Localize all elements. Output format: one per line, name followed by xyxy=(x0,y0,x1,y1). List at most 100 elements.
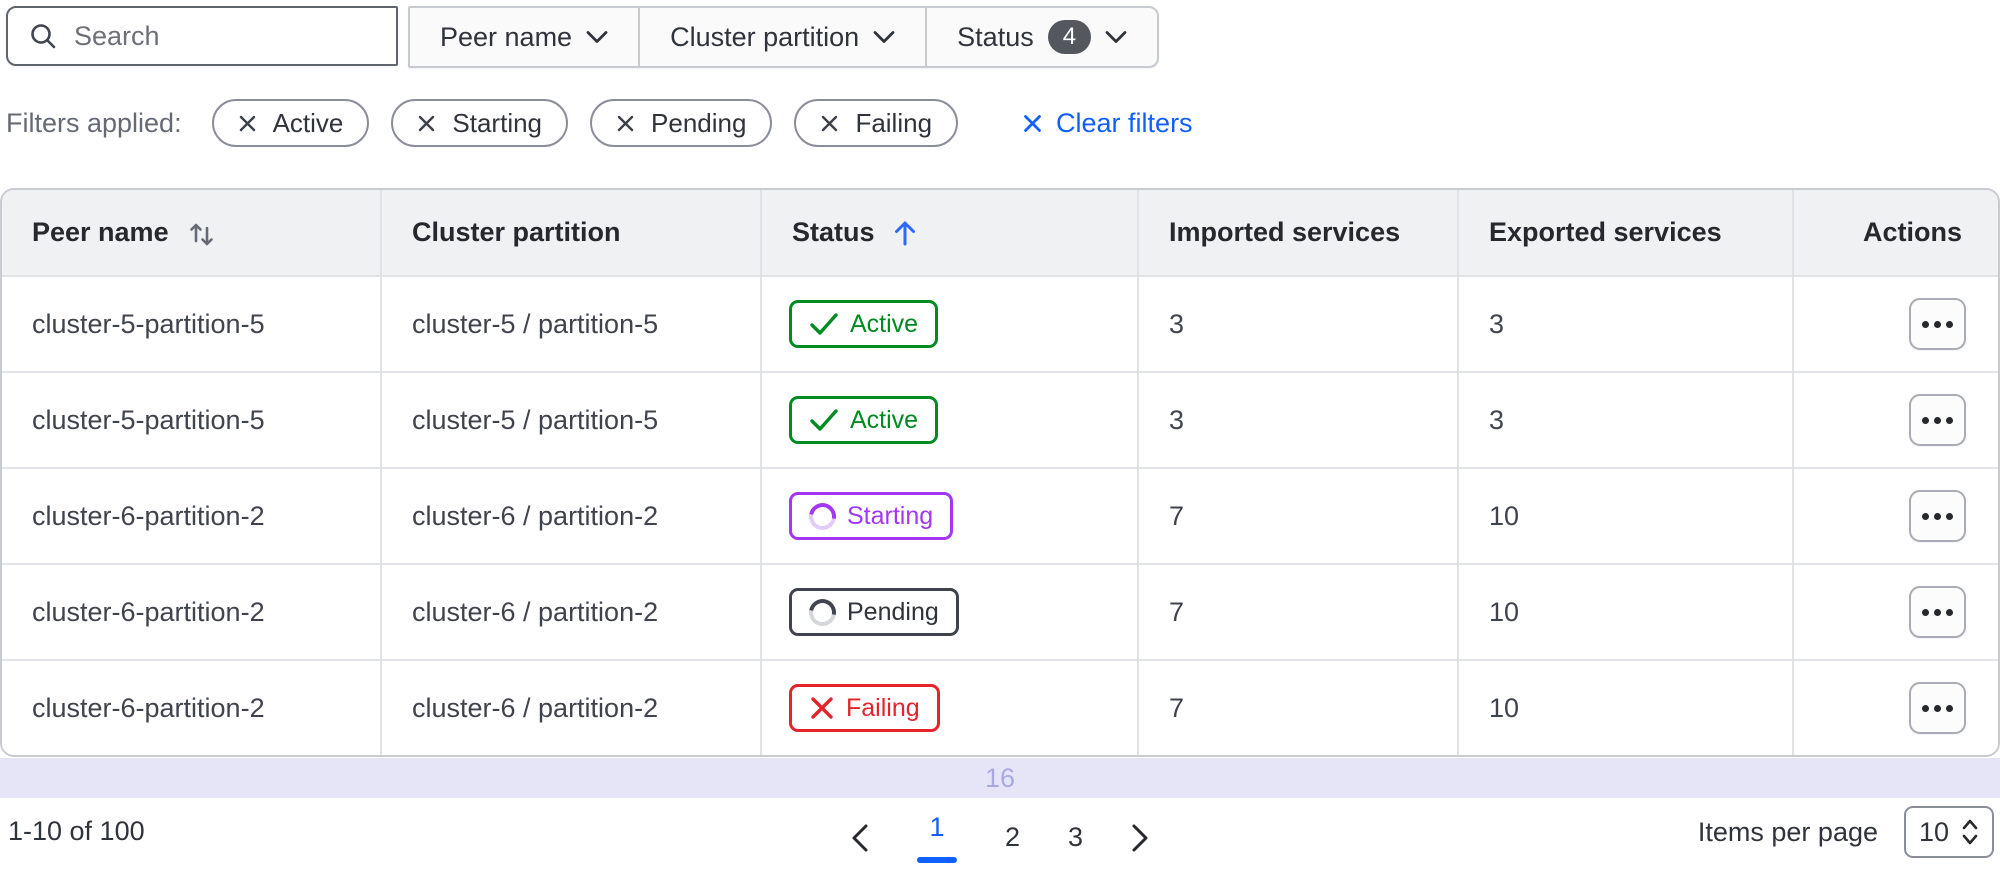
items-per-page-select[interactable]: 10 xyxy=(1904,806,1994,858)
search-box[interactable] xyxy=(6,6,398,66)
column-header-imported-services: Imported services xyxy=(1137,190,1457,275)
chevron-left-icon xyxy=(852,824,868,851)
column-header-peer-name[interactable]: Peer name xyxy=(2,190,380,275)
page-navigation: 1 2 3 xyxy=(837,804,1163,871)
page-button-2[interactable]: 2 xyxy=(991,814,1034,861)
table-row: cluster-5-partition-5 cluster-5 / partit… xyxy=(2,371,1998,467)
chevron-down-icon xyxy=(1105,31,1127,43)
peer-name-cell: cluster-6-partition-2 xyxy=(32,500,265,531)
peers-table: Peer name Cluster partition Status Impor… xyxy=(0,188,2000,757)
column-header-label: Peer name xyxy=(32,217,169,247)
chevron-right-icon xyxy=(1132,824,1148,851)
filter-chip-label: Starting xyxy=(452,107,543,138)
filter-chip-active[interactable]: Active xyxy=(211,99,370,147)
cluster-partition-cell: cluster-5 / partition-5 xyxy=(380,277,760,371)
table-row: cluster-5-partition-5 cluster-5 / partit… xyxy=(2,275,1998,371)
status-filter-dropdown[interactable]: Status 4 xyxy=(925,8,1157,66)
row-actions-button[interactable] xyxy=(1909,394,1966,446)
column-header-label: Exported services xyxy=(1489,217,1722,247)
actions-cell xyxy=(1792,661,1998,755)
filter-chip-starting[interactable]: Starting xyxy=(391,99,569,147)
spinner-icon xyxy=(803,593,842,631)
column-header-label: Actions xyxy=(1862,217,1962,247)
peer-name-filter-label: Peer name xyxy=(440,21,573,52)
search-input[interactable] xyxy=(74,20,374,52)
exported-services-cell: 10 xyxy=(1457,469,1792,563)
filter-chip-failing[interactable]: Failing xyxy=(794,99,959,147)
imported-services-cell: 3 xyxy=(1137,373,1457,467)
row-actions-button[interactable] xyxy=(1909,682,1966,734)
previous-page-button[interactable] xyxy=(837,813,883,863)
actions-cell xyxy=(1792,373,1998,467)
filters-applied-row: Filters applied: Active Starting Pending… xyxy=(6,99,1994,147)
exported-services-cell: 10 xyxy=(1457,661,1792,755)
actions-cell xyxy=(1792,277,1998,371)
cluster-partition-cell: cluster-6 / partition-2 xyxy=(380,661,760,755)
column-header-cluster-partition: Cluster partition xyxy=(380,190,760,275)
filter-chip-pending[interactable]: Pending xyxy=(590,99,773,147)
column-header-label: Imported services xyxy=(1169,217,1401,247)
status-cell: Starting xyxy=(760,469,1137,563)
status-badge-starting: Starting xyxy=(789,492,954,540)
filter-chip-label: Failing xyxy=(855,107,933,138)
row-actions-button[interactable] xyxy=(1909,298,1966,350)
filter-toolbar: Peer name Cluster partition Status 4 xyxy=(6,6,1160,68)
status-label: Failing xyxy=(846,693,920,722)
remove-filter-icon xyxy=(419,115,435,131)
exported-services-cell: 3 xyxy=(1457,277,1792,371)
status-label: Active xyxy=(850,309,919,338)
status-cell: Active xyxy=(760,373,1137,467)
chevron-down-icon xyxy=(586,31,608,43)
items-per-page-value: 10 xyxy=(1918,816,1950,847)
status-badge-failing: Failing xyxy=(789,684,940,732)
column-header-label: Status xyxy=(792,217,875,247)
status-label: Pending xyxy=(847,597,939,626)
status-badge-active: Active xyxy=(789,396,939,444)
peer-name-cell: cluster-6-partition-2 xyxy=(32,692,265,723)
cluster-partition-cell: cluster-6 / partition-2 xyxy=(380,565,760,659)
table-header-row: Peer name Cluster partition Status Impor… xyxy=(2,190,1998,275)
sort-swap-icon xyxy=(189,223,213,245)
exported-services-cell: 10 xyxy=(1457,565,1792,659)
status-cell: Active xyxy=(760,277,1137,371)
filter-chip-label: Active xyxy=(272,107,344,138)
chevron-down-icon xyxy=(873,31,895,43)
page-button-3[interactable]: 3 xyxy=(1054,814,1097,861)
row-actions-button[interactable] xyxy=(1909,490,1966,542)
peer-name-cell: cluster-6-partition-2 xyxy=(32,596,265,627)
column-header-label: Cluster partition xyxy=(412,217,621,247)
check-icon xyxy=(810,409,838,431)
filter-dropdown-group: Peer name Cluster partition Status 4 xyxy=(408,6,1160,68)
actions-cell xyxy=(1792,469,1998,563)
status-badge-active: Active xyxy=(789,300,939,348)
remove-filter-icon xyxy=(617,115,634,131)
column-header-exported-services: Exported services xyxy=(1457,190,1792,275)
imported-services-cell: 7 xyxy=(1137,469,1457,563)
remove-filter-icon xyxy=(822,115,838,131)
column-header-status[interactable]: Status xyxy=(760,190,1137,275)
next-page-button[interactable] xyxy=(1117,813,1163,863)
imported-services-cell: 3 xyxy=(1137,277,1457,371)
slide-number-strip: 16 xyxy=(0,758,2000,798)
column-header-actions: Actions xyxy=(1792,190,1998,275)
check-icon xyxy=(810,313,838,335)
filters-applied-label: Filters applied: xyxy=(6,107,182,138)
cluster-partition-filter-dropdown[interactable]: Cluster partition xyxy=(638,8,925,66)
results-range-label: 1-10 of 100 xyxy=(8,816,145,846)
page-button-1[interactable]: 1 xyxy=(903,804,971,871)
cluster-partition-filter-label: Cluster partition xyxy=(670,21,860,52)
table-row: cluster-6-partition-2 cluster-6 / partit… xyxy=(2,563,1998,659)
cluster-partition-cell: cluster-6 / partition-2 xyxy=(380,469,760,563)
clear-filters-button[interactable]: Clear filters xyxy=(1022,108,1193,139)
peer-name-filter-dropdown[interactable]: Peer name xyxy=(410,8,638,66)
status-label: Active xyxy=(850,405,919,434)
peer-name-cell: cluster-5-partition-5 xyxy=(32,308,265,339)
items-per-page-control: Items per page 10 xyxy=(1698,806,1994,858)
pagination-bar: 1-10 of 100 1 2 3 Items per page 10 xyxy=(0,798,2000,864)
peer-name-cell: cluster-5-partition-5 xyxy=(32,404,265,435)
spinner-icon xyxy=(803,497,842,535)
status-badge-pending: Pending xyxy=(789,588,959,636)
row-actions-button[interactable] xyxy=(1909,586,1966,638)
x-icon xyxy=(811,697,833,719)
table-row: cluster-6-partition-2 cluster-6 / partit… xyxy=(2,659,1998,755)
